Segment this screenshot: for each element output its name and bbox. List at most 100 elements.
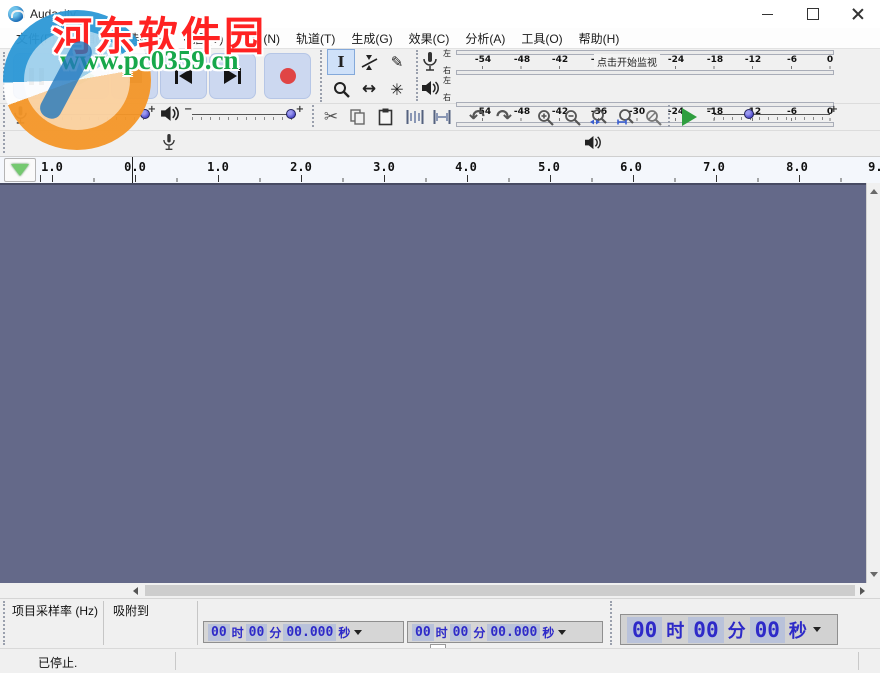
skip-to-start-button[interactable] [160, 53, 207, 99]
timeshift-tool-button[interactable]: ↔ [355, 76, 383, 102]
pin-triangle-icon [11, 164, 29, 176]
zoom-selection-button[interactable] [586, 105, 612, 129]
trim-audio-button[interactable] [402, 105, 428, 129]
monitor-hint-text[interactable]: 点击开始监视 [594, 54, 660, 69]
fit-project-button[interactable] [613, 105, 639, 129]
stop-button[interactable] [111, 53, 158, 99]
silence-audio-button[interactable] [429, 105, 455, 129]
record-meter-channel-labels: 左右 [443, 50, 451, 75]
zoom-toggle-button[interactable] [640, 105, 666, 129]
play-button[interactable] [62, 53, 109, 99]
scroll-left-icon[interactable] [133, 587, 138, 595]
draw-tool-button[interactable]: ✎ [383, 49, 411, 75]
slider-ticks [192, 117, 296, 120]
timeshift-tool-icon: ↔ [362, 79, 376, 99]
scroll-down-icon[interactable] [870, 572, 878, 577]
toolbar-gripper[interactable] [312, 105, 317, 127]
playback-meter-speaker-icon [421, 80, 439, 96]
envelope-tool-button[interactable] [355, 49, 383, 75]
horizontal-scrollbar-thumb[interactable] [145, 585, 855, 596]
recording-volume-thumb[interactable] [140, 109, 150, 119]
toolbar-dock-row3 [0, 130, 880, 157]
close-button[interactable] [835, 0, 880, 28]
undo-button[interactable]: ↶ [464, 105, 490, 129]
zoom-out-button[interactable] [559, 105, 585, 129]
menu-help[interactable]: 帮助(H) [571, 28, 628, 49]
cut-button[interactable]: ✂ [318, 105, 344, 129]
time-format-dropdown-icon[interactable] [813, 627, 821, 632]
project-rate-label: 项目采样率 (Hz) [12, 602, 98, 619]
menu-edit[interactable]: 编辑(E) [63, 28, 119, 49]
playback-volume-thumb[interactable] [286, 109, 296, 119]
copy-icon [350, 109, 366, 126]
menu-tracks[interactable]: 轨道(T) [288, 28, 343, 49]
slider-track [714, 114, 830, 115]
zoom-in-button[interactable] [532, 105, 558, 129]
toolbar-gripper[interactable] [610, 601, 615, 645]
play-at-speed-icon [682, 108, 697, 126]
zoom-out-icon [564, 109, 581, 126]
timeline-ruler[interactable]: 1.00.01.0 2.03.04.0 5.06.07.0 8.09.0 [38, 156, 880, 183]
audacity-app-icon [8, 6, 24, 22]
trim-audio-icon [406, 109, 424, 125]
selection-end-time[interactable]: 00 时 00 分 00.000 秒 [407, 621, 603, 643]
recording-volume-mic-icon [14, 106, 27, 125]
menu-select[interactable]: 选择(S) [119, 28, 175, 49]
maximize-icon [807, 8, 819, 20]
menu-analyze[interactable]: 分析(A) [457, 28, 513, 49]
vertical-scrollbar[interactable] [866, 183, 880, 583]
zoom-tool-icon [333, 81, 350, 98]
multi-tool-button[interactable]: ✳ [383, 76, 411, 102]
time-format-dropdown-icon[interactable] [354, 630, 362, 635]
selection-tool-button[interactable]: I [327, 49, 355, 75]
redo-icon: ↷ [496, 106, 512, 128]
separator [197, 601, 198, 645]
toolbar-gripper[interactable] [3, 105, 8, 127]
toolbar-gripper[interactable] [416, 50, 421, 74]
track-canvas[interactable] [0, 183, 866, 583]
playback-meter-channel-labels: 左右 [443, 77, 451, 102]
menu-view[interactable]: 视图(V) [175, 28, 231, 49]
slider-ticks [44, 117, 148, 120]
maximize-button[interactable] [790, 0, 835, 28]
menu-transport[interactable]: 播录(N) [231, 28, 288, 49]
minimize-button[interactable] [745, 0, 790, 28]
playback-volume-slider[interactable]: − + [184, 106, 304, 124]
toolbar-gripper[interactable] [668, 105, 673, 127]
toolbar-gripper[interactable] [320, 50, 325, 102]
redo-button[interactable]: ↷ [491, 105, 517, 129]
menu-file[interactable]: 文件(F) [8, 28, 63, 49]
selection-start-time[interactable]: 00 时 00 分 00.000 秒 [203, 621, 404, 643]
play-at-speed-button[interactable] [676, 105, 702, 129]
separator [858, 652, 859, 670]
scroll-right-icon[interactable] [860, 587, 865, 595]
stop-icon [128, 69, 142, 83]
toolbar-gripper[interactable] [3, 601, 8, 645]
menu-generate[interactable]: 生成(G) [343, 28, 400, 49]
horizontal-scrollbar[interactable] [0, 583, 880, 598]
menu-bar: 文件(F) 编辑(E) 选择(S) 视图(V) 播录(N) 轨道(T) 生成(G… [0, 28, 880, 48]
toolbar-gripper[interactable] [3, 132, 8, 153]
record-button[interactable] [264, 53, 311, 99]
audio-position-time[interactable]: 00 时 00 分 00 秒 [620, 614, 838, 645]
toolbar-gripper[interactable] [3, 52, 8, 100]
play-icon [77, 66, 95, 86]
pause-button[interactable] [13, 53, 60, 99]
recording-meter[interactable]: -54-48-42 -36-30-24 -18-12-6 0 点击开始监视 [456, 50, 836, 75]
recording-volume-slider[interactable]: − + [36, 106, 156, 124]
playback-speed-thumb[interactable] [744, 109, 754, 119]
paste-button[interactable] [372, 105, 398, 129]
copy-button[interactable] [345, 105, 371, 129]
zoom-tool-button[interactable] [327, 76, 355, 102]
scroll-up-icon[interactable] [870, 189, 878, 194]
time-format-dropdown-icon[interactable] [558, 630, 566, 635]
recording-device-mic-icon [163, 134, 175, 151]
window-title: Audacity [30, 7, 76, 21]
skip-to-end-button[interactable] [209, 53, 256, 99]
timeline-pin-button[interactable] [4, 158, 36, 182]
menu-effect[interactable]: 效果(C) [401, 28, 458, 49]
menu-tools[interactable]: 工具(O) [513, 28, 570, 49]
multi-tool-icon: ✳ [390, 80, 403, 99]
pause-icon [29, 68, 44, 85]
playback-speed-slider[interactable]: − + [706, 106, 838, 124]
